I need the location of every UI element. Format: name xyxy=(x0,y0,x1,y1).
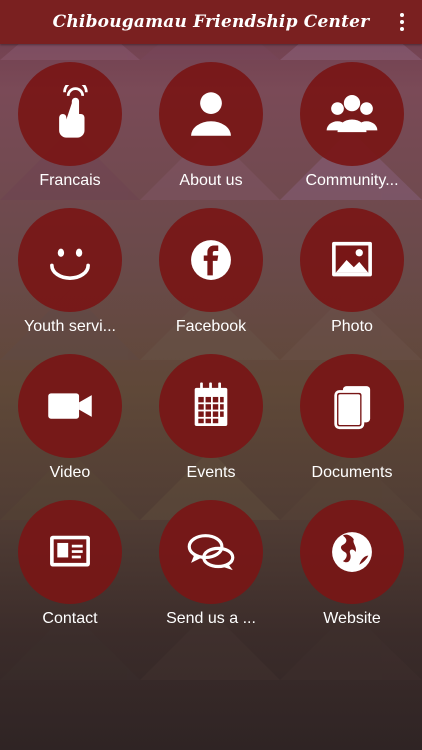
app-title: Chibougamau Friendship Center xyxy=(52,12,370,32)
tile-video[interactable]: Video xyxy=(0,336,140,482)
documents-icon xyxy=(334,386,371,430)
tile-label: Photo xyxy=(331,318,373,335)
person-icon xyxy=(191,92,231,136)
tile-label: Francais xyxy=(39,172,101,189)
tile-label: Documents xyxy=(311,464,393,481)
facebook-icon xyxy=(191,240,231,280)
menu-dot xyxy=(400,20,404,24)
tile-label: Website xyxy=(323,610,381,627)
tile-circle xyxy=(18,500,122,604)
tile-label: Facebook xyxy=(175,318,247,335)
chat-bubbles-icon xyxy=(187,534,235,571)
smiley-icon xyxy=(50,248,90,280)
tile-label: Events xyxy=(186,464,236,481)
tile-circle xyxy=(159,500,263,604)
tile-label: Send us a ... xyxy=(166,610,256,627)
tile-about-us[interactable]: About us xyxy=(141,44,281,190)
globe-icon xyxy=(332,532,372,572)
video-camera-icon xyxy=(48,393,92,419)
touch-icon xyxy=(59,85,88,138)
photo-icon xyxy=(332,241,372,277)
tile-circle xyxy=(300,354,404,458)
tile-label: Youth servi... xyxy=(24,318,116,335)
tile-circle xyxy=(159,62,263,166)
menu-dot xyxy=(400,13,404,17)
tile-send-us-a-message[interactable]: Send us a ... xyxy=(141,482,281,628)
tile-facebook[interactable]: Facebook xyxy=(141,190,281,336)
calendar-icon xyxy=(194,382,228,426)
tile-documents[interactable]: Documents xyxy=(282,336,422,482)
group-icon xyxy=(326,94,378,133)
tile-francais[interactable]: Francais xyxy=(0,44,140,190)
tile-circle xyxy=(159,354,263,458)
overflow-menu-button[interactable] xyxy=(394,10,410,34)
tile-community[interactable]: Community... xyxy=(282,44,422,190)
tile-circle xyxy=(300,208,404,312)
tile-label: Video xyxy=(49,464,91,481)
tile-circle xyxy=(159,208,263,312)
tile-circle xyxy=(18,62,122,166)
tile-contact[interactable]: Contact xyxy=(0,482,140,628)
menu-dot xyxy=(400,27,404,31)
tile-circle xyxy=(300,62,404,166)
contact-card-icon xyxy=(50,535,90,567)
tile-grid: Francais About us Community... Youth ser… xyxy=(0,44,422,684)
tile-events[interactable]: Events xyxy=(141,336,281,482)
tile-youth-services[interactable]: Youth servi... xyxy=(0,190,140,336)
tile-circle xyxy=(300,500,404,604)
tile-label: About us xyxy=(179,172,243,189)
tile-circle xyxy=(18,208,122,312)
tile-label: Community... xyxy=(305,172,399,189)
tile-photo[interactable]: Photo xyxy=(282,190,422,336)
tile-website[interactable]: Website xyxy=(282,482,422,628)
tile-circle xyxy=(18,354,122,458)
tile-label: Contact xyxy=(42,610,98,627)
app-bar: Chibougamau Friendship Center xyxy=(0,0,422,44)
